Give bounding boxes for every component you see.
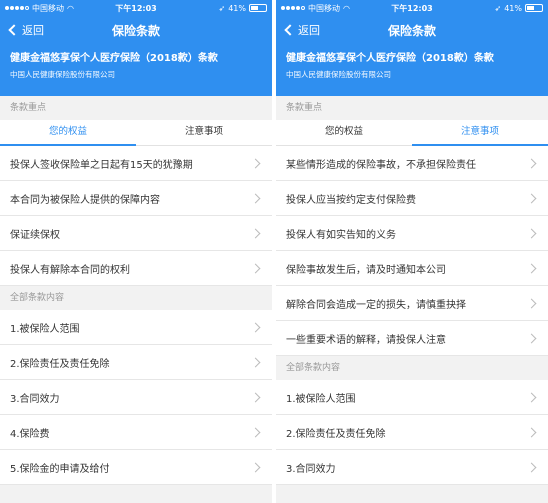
product-header: 健康金福悠享保个人医疗保险（2018款）条款 中国人民健康保险股份有限公司 [0,44,272,96]
list-item-label: 投保人签收保险单之日起有15天的犹豫期 [10,159,193,171]
all-clauses-list: 1.被保险人范围 2.保险责任及责任免除 3.合同效力 4.保险费 5.保险金的… [0,310,272,485]
list-item[interactable]: 5.保险金的申请及给付 [0,450,272,485]
chevron-right-icon [526,228,537,238]
chevron-right-icon [250,427,261,437]
list-item[interactable]: 某些情形造成的保险事故，不承担保险责任 [276,146,548,181]
key-points-list: 某些情形造成的保险事故，不承担保险责任 投保人应当按约定支付保险费 投保人有如实… [276,146,548,356]
key-points-list: 投保人签收保险单之日起有15天的犹豫期 本合同为被保险人提供的保障内容 保证续保… [0,146,272,286]
chevron-right-icon [526,462,537,472]
key-points-label: 条款重点 [276,96,548,120]
product-name: 健康金福悠享保个人医疗保险（2018款）条款 [286,53,494,64]
chevron-right-icon [250,462,261,472]
list-item[interactable]: 4.保险费 [0,415,272,450]
list-item[interactable]: 保险事故发生后，请及时通知本公司 [276,251,548,286]
list-item[interactable]: 一些重要术语的解释，请投保人注意 [276,321,548,356]
all-clauses-list: 1.被保险人范围 2.保险责任及责任免除 3.合同效力 [276,380,548,485]
status-bar: 中国移动 ◠ 下午12:03 ➶ 41% [276,0,548,16]
tab-bar: 您的权益 注意事项 [276,120,548,146]
product-header: 健康金福悠享保个人医疗保险（2018款）条款 中国人民健康保险股份有限公司 [276,44,548,96]
chevron-right-icon [526,427,537,437]
key-points-label: 条款重点 [0,96,272,120]
list-item[interactable]: 3.合同效力 [0,380,272,415]
list-item[interactable]: 投保人有解除本合同的权利 [0,251,272,286]
company-name: 中国人民健康保险股份有限公司 [286,70,391,79]
list-item-label: 2.保险责任及责任免除 [286,428,386,440]
chevron-right-icon [250,322,261,332]
battery-icon [249,4,267,12]
list-item[interactable]: 本合同为被保险人提供的保障内容 [0,181,272,216]
back-button[interactable]: 返回 [276,22,320,38]
list-item-label: 保证续保权 [10,229,60,241]
list-item-label: 解除合同会造成一定的损失，请慎重抉择 [286,299,466,311]
nav-bar: 返回 保险条款 [0,16,272,44]
list-item[interactable]: 保证续保权 [0,216,272,251]
chevron-right-icon [250,193,261,203]
chevron-right-icon [250,392,261,402]
chevron-left-icon [284,24,296,36]
back-label: 返回 [298,24,320,37]
chevron-right-icon [250,158,261,168]
list-item[interactable]: 1.被保险人范围 [276,380,548,415]
list-item-label: 3.合同效力 [286,463,336,475]
company-name: 中国人民健康保险股份有限公司 [10,70,115,79]
list-item[interactable]: 1.被保险人范围 [0,310,272,345]
product-name: 健康金福悠享保个人医疗保险（2018款）条款 [10,53,218,64]
tab-bar: 您的权益 注意事项 [0,120,272,146]
chevron-right-icon [526,158,537,168]
list-item-label: 1.被保险人范围 [10,323,80,335]
all-clauses-label: 全部条款内容 [0,286,272,310]
left-screen: 中国移动 ◠ 下午12:03 ➶ 41% 返回 保险条款 健康金福悠享保个人医疗… [0,0,272,503]
chevron-right-icon [526,193,537,203]
list-item-label: 2.保险责任及责任免除 [10,358,110,370]
chevron-left-icon [8,24,20,36]
tab-your-rights[interactable]: 您的权益 [276,120,412,145]
clock: 下午12:03 [115,4,157,13]
tab-notes[interactable]: 注意事项 [136,120,272,145]
list-item-label: 本合同为被保险人提供的保障内容 [10,194,160,206]
list-item-label: 3.合同效力 [10,393,60,405]
right-screen: 中国移动 ◠ 下午12:03 ➶ 41% 返回 保险条款 健康金福悠享保个人医疗… [276,0,548,503]
list-item[interactable]: 投保人签收保险单之日起有15天的犹豫期 [0,146,272,181]
list-item-label: 4.保险费 [10,428,50,440]
chevron-right-icon [526,298,537,308]
all-clauses-label: 全部条款内容 [276,356,548,380]
chevron-right-icon [250,228,261,238]
list-item[interactable]: 解除合同会造成一定的损失，请慎重抉择 [276,286,548,321]
chevron-right-icon [526,392,537,402]
list-item-label: 投保人应当按约定支付保险费 [286,194,416,206]
tab-notes[interactable]: 注意事项 [412,120,548,146]
list-item[interactable]: 2.保险责任及责任免除 [276,415,548,450]
list-item[interactable]: 投保人应当按约定支付保险费 [276,181,548,216]
list-item-label: 投保人有解除本合同的权利 [10,264,130,276]
back-label: 返回 [22,24,44,37]
list-item-label: 保险事故发生后，请及时通知本公司 [286,264,446,276]
list-item[interactable]: 3.合同效力 [276,450,548,485]
list-item-label: 某些情形造成的保险事故，不承担保险责任 [286,159,476,171]
nav-bar: 返回 保险条款 [276,16,548,44]
battery-icon [525,4,543,12]
tab-your-rights[interactable]: 您的权益 [0,120,136,146]
clock: 下午12:03 [391,4,433,13]
chevron-right-icon [250,263,261,273]
list-item[interactable]: 2.保险责任及责任免除 [0,345,272,380]
status-bar: 中国移动 ◠ 下午12:03 ➶ 41% [0,0,272,16]
chevron-right-icon [250,357,261,367]
back-button[interactable]: 返回 [0,22,44,38]
list-item[interactable]: 投保人有如实告知的义务 [276,216,548,251]
list-item-label: 一些重要术语的解释，请投保人注意 [286,334,446,346]
chevron-right-icon [526,263,537,273]
list-item-label: 1.被保险人范围 [286,393,356,405]
chevron-right-icon [526,333,537,343]
list-item-label: 5.保险金的申请及给付 [10,463,110,475]
list-item-label: 投保人有如实告知的义务 [286,229,396,241]
